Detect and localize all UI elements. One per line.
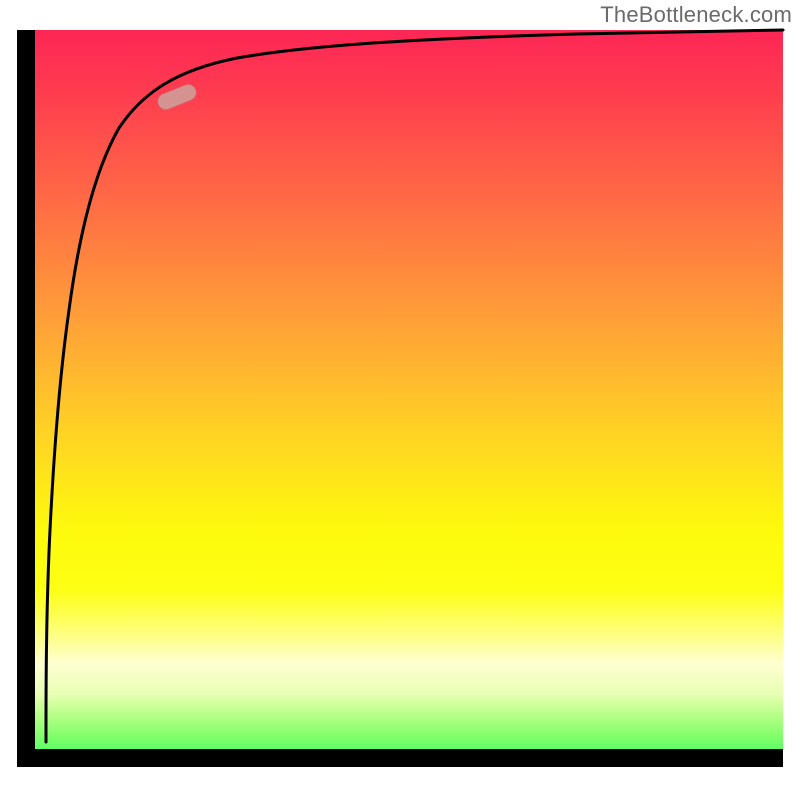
chart-container: TheBottleneck.com [0,0,800,800]
x-axis [17,749,783,767]
attribution-label: TheBottleneck.com [600,2,792,28]
bottleneck-curve [46,30,783,722]
plot-area [17,30,783,767]
y-axis [17,30,35,767]
curve-layer [17,30,783,767]
